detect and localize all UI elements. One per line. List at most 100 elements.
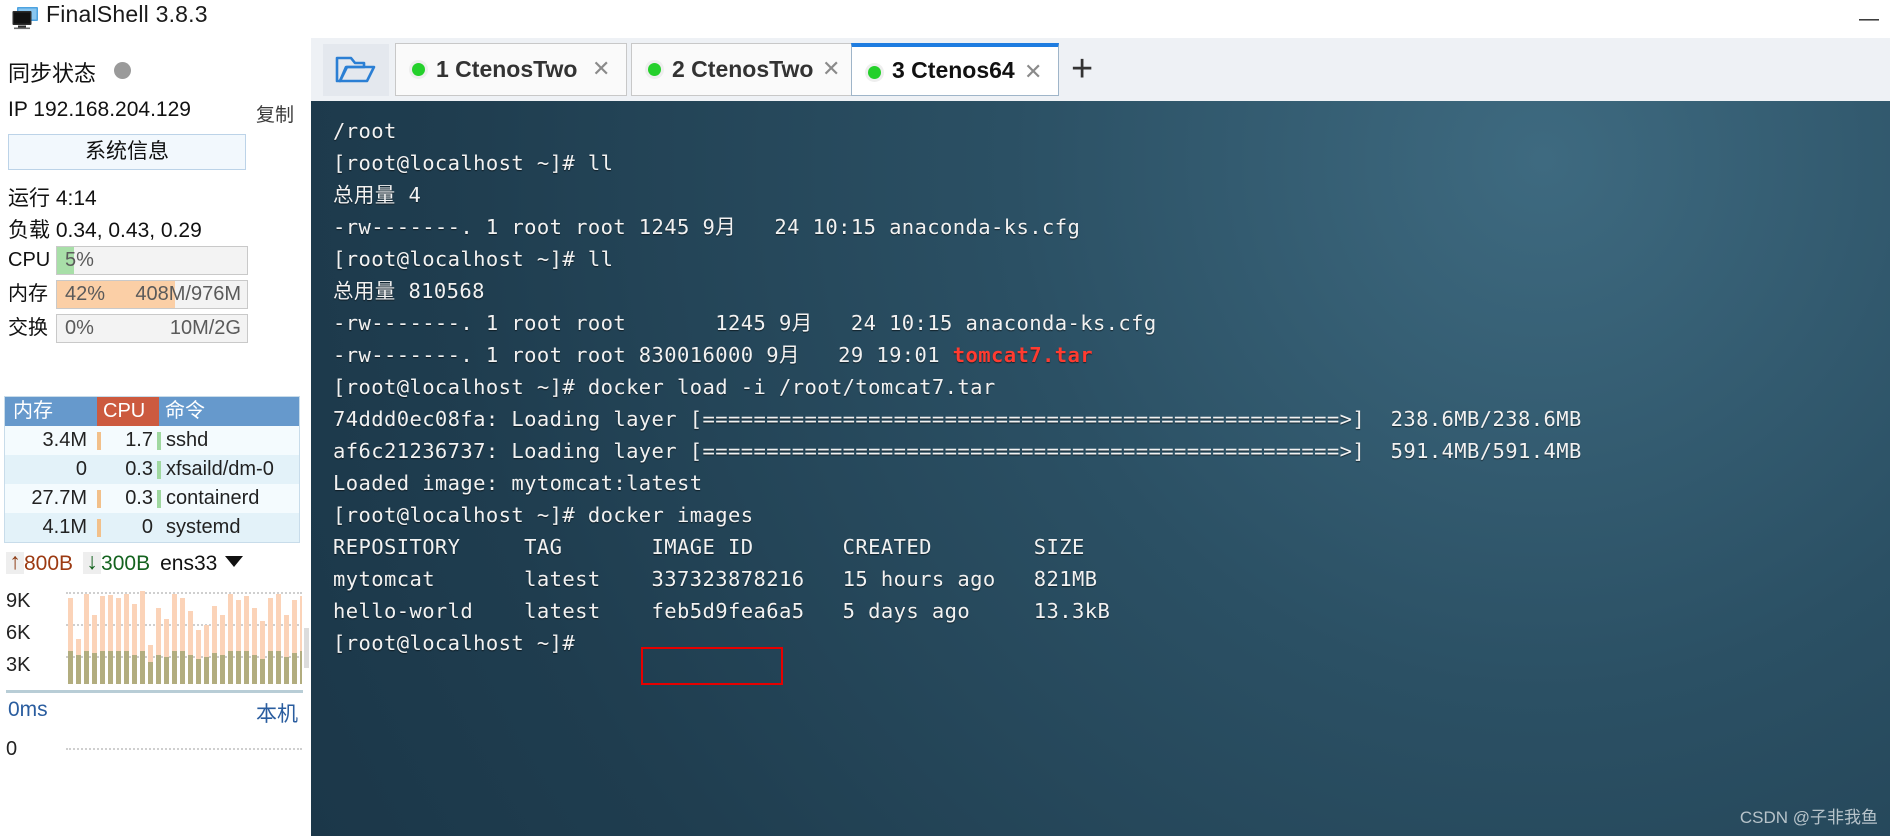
terminal-line: Loaded image: mytomcat:latest (333, 471, 703, 495)
network-download-bar (132, 655, 137, 684)
terminal-line: -rw-------. 1 root root 1245 9月 24 10:15… (333, 215, 1081, 239)
new-tab-button[interactable]: + (1071, 50, 1093, 88)
sync-status-indicator-icon (114, 62, 132, 79)
memory-meter-percent: 42% (65, 283, 106, 305)
cell-command: sshd (166, 429, 209, 451)
network-interface-label: ens33 (160, 552, 218, 575)
network-download-bar (284, 657, 289, 684)
copy-ip-button[interactable]: 复制 (256, 100, 294, 127)
network-axis-label-3k: 3K (6, 654, 31, 676)
terminal-line: af6c21236737: Loading layer [===========… (333, 439, 1582, 463)
ping-latency-value: 0ms (8, 698, 48, 721)
memory-meter-value: 408M/976M (135, 283, 241, 305)
arrow-down-icon (83, 548, 102, 575)
network-download-bar (84, 651, 89, 684)
tab-close-icon[interactable]: ✕ (822, 56, 840, 82)
swap-meter: 0% 10M/2G (56, 314, 248, 343)
cpu-meter-row: CPU 5% (8, 246, 248, 275)
tab-bar: 1 CtenosTwo ✕ 2 CtenosTwo ✕ 3 Ctenos64 ✕… (311, 38, 1890, 101)
table-row[interactable]: 27.7M 0.3 containerd (5, 484, 299, 513)
uptime-label: 运行 4:14 (8, 187, 97, 210)
network-download-bar (116, 651, 121, 684)
terminal-red-token: tomcat7.tar (952, 343, 1093, 367)
ping-summary-row: 0ms 本机 (6, 698, 306, 738)
swap-meter-row: 交换 0% 10M/2G (8, 314, 248, 343)
terminal-line: [root@localhost ~]# docker images (333, 503, 754, 527)
cell-cpu: 0.3 (125, 458, 153, 480)
terminal-line: [root@localhost ~]# ll (333, 151, 614, 175)
open-folder-icon (335, 56, 376, 83)
system-info-button[interactable]: 系统信息 (8, 134, 246, 170)
tab-1-ctenostwo[interactable]: 1 CtenosTwo ✕ (395, 43, 627, 96)
monitor-icon (12, 7, 38, 30)
network-axis-label-6k: 6K (6, 622, 31, 644)
terminal-line: /root (333, 119, 397, 143)
network-download-bar (140, 651, 145, 684)
cell-memory: 0 (75, 458, 87, 480)
network-upload-value: 800B (24, 552, 74, 575)
terminal-line: [root@localhost ~]# (333, 631, 588, 655)
tab-3-ctenos64[interactable]: 3 Ctenos64 ✕ (851, 43, 1059, 96)
network-download-bar (172, 651, 177, 684)
table-row[interactable]: 4.1M 0 systemd (5, 513, 299, 542)
network-download-bar (228, 651, 233, 684)
chevron-down-icon[interactable] (225, 556, 244, 567)
tab-close-icon[interactable]: ✕ (1024, 59, 1042, 85)
network-traffic-chart: 9K 6K 3K (0, 584, 305, 692)
swap-meter-label: 交换 (8, 317, 48, 339)
cell-memory: 27.7M (31, 487, 87, 509)
terminal-output-panel[interactable]: /root [root@localhost ~]# ll 总用量 4 -rw-----… (311, 101, 1890, 836)
network-download-bar (76, 655, 81, 684)
open-folder-button[interactable] (323, 44, 389, 96)
terminal-line: mytomcat latest 337323878216 15 hours ag… (333, 567, 1098, 591)
cell-memory: 3.4M (42, 429, 87, 451)
minimize-button[interactable]: — (1856, 6, 1882, 32)
terminal-line: REPOSITORY TAG IMAGE ID CREATED SIZE (333, 535, 1085, 559)
mytomcat-highlight-box (641, 647, 783, 685)
network-download-bar (276, 651, 281, 684)
network-download-bar (300, 651, 302, 684)
ip-address: IP 192.168.204.129 (8, 98, 191, 121)
system-info-sidebar: 同步状态 IP 192.168.204.129 复制 系统信息 运行 4:14 … (0, 38, 312, 836)
network-download-bar (212, 653, 217, 684)
arrow-up-icon (6, 548, 24, 575)
table-row[interactable]: 3.4M 1.7 sshd (5, 426, 299, 455)
memory-meter: 42% 408M/976M (56, 280, 248, 309)
network-axis-label-9k: 9K (6, 590, 31, 612)
network-download-value: 300B (101, 552, 151, 575)
table-row[interactable]: 0 0.3 xfsaild/dm-0 (5, 455, 299, 484)
process-table-header: 内存 CPU 命令 (5, 397, 299, 426)
window-title: FinalShell 3.8.3 (46, 1, 208, 27)
network-download-bar (196, 659, 201, 684)
finalshell-window: FinalShell 3.8.3 — 同步状态 IP 192.168.204.1… (0, 0, 1890, 836)
watermark-label: CSDN @子非我鱼 (1739, 808, 1878, 827)
cell-memory: 4.1M (42, 516, 87, 538)
tab-close-icon[interactable]: ✕ (592, 56, 610, 82)
terminal-line: 74ddd0ec08fa: Loading layer [===========… (333, 407, 1582, 431)
tab-status-dot-icon (648, 63, 661, 76)
network-download-bar (100, 651, 105, 684)
tab-status-dot-icon (412, 63, 425, 76)
terminal-line: -rw-------. 1 root root 830016000 9月 29 … (333, 343, 1093, 367)
cell-cpu: 1.7 (125, 429, 153, 451)
sidebar-scrollbar[interactable] (304, 628, 309, 668)
cell-command: xfsaild/dm-0 (166, 458, 274, 480)
network-download-bar (164, 657, 169, 684)
tab-label: 3 Ctenos64 (892, 57, 1015, 83)
tab-2-ctenostwo[interactable]: 2 CtenosTwo ✕ (631, 43, 857, 96)
network-download-bar (244, 651, 249, 684)
ping-host-label[interactable]: 本机 (256, 698, 298, 728)
load-average-label: 负载 0.34, 0.43, 0.29 (8, 219, 202, 242)
terminal-line: [root@localhost ~]# ll (333, 247, 614, 271)
network-download-bar (108, 651, 113, 684)
terminal-line: 总用量 4 (333, 183, 422, 207)
tab-status-dot-icon (868, 66, 881, 79)
network-download-bar (236, 651, 241, 684)
title-bar: FinalShell 3.8.3 — (0, 0, 1890, 38)
network-download-bar (156, 655, 161, 684)
network-download-bar (260, 659, 265, 684)
cell-cpu: 0 (141, 516, 153, 538)
sync-status-label: 同步状态 (8, 61, 97, 86)
network-download-bar (220, 655, 225, 684)
memory-meter-row: 内存 42% 408M/976M (8, 280, 248, 309)
